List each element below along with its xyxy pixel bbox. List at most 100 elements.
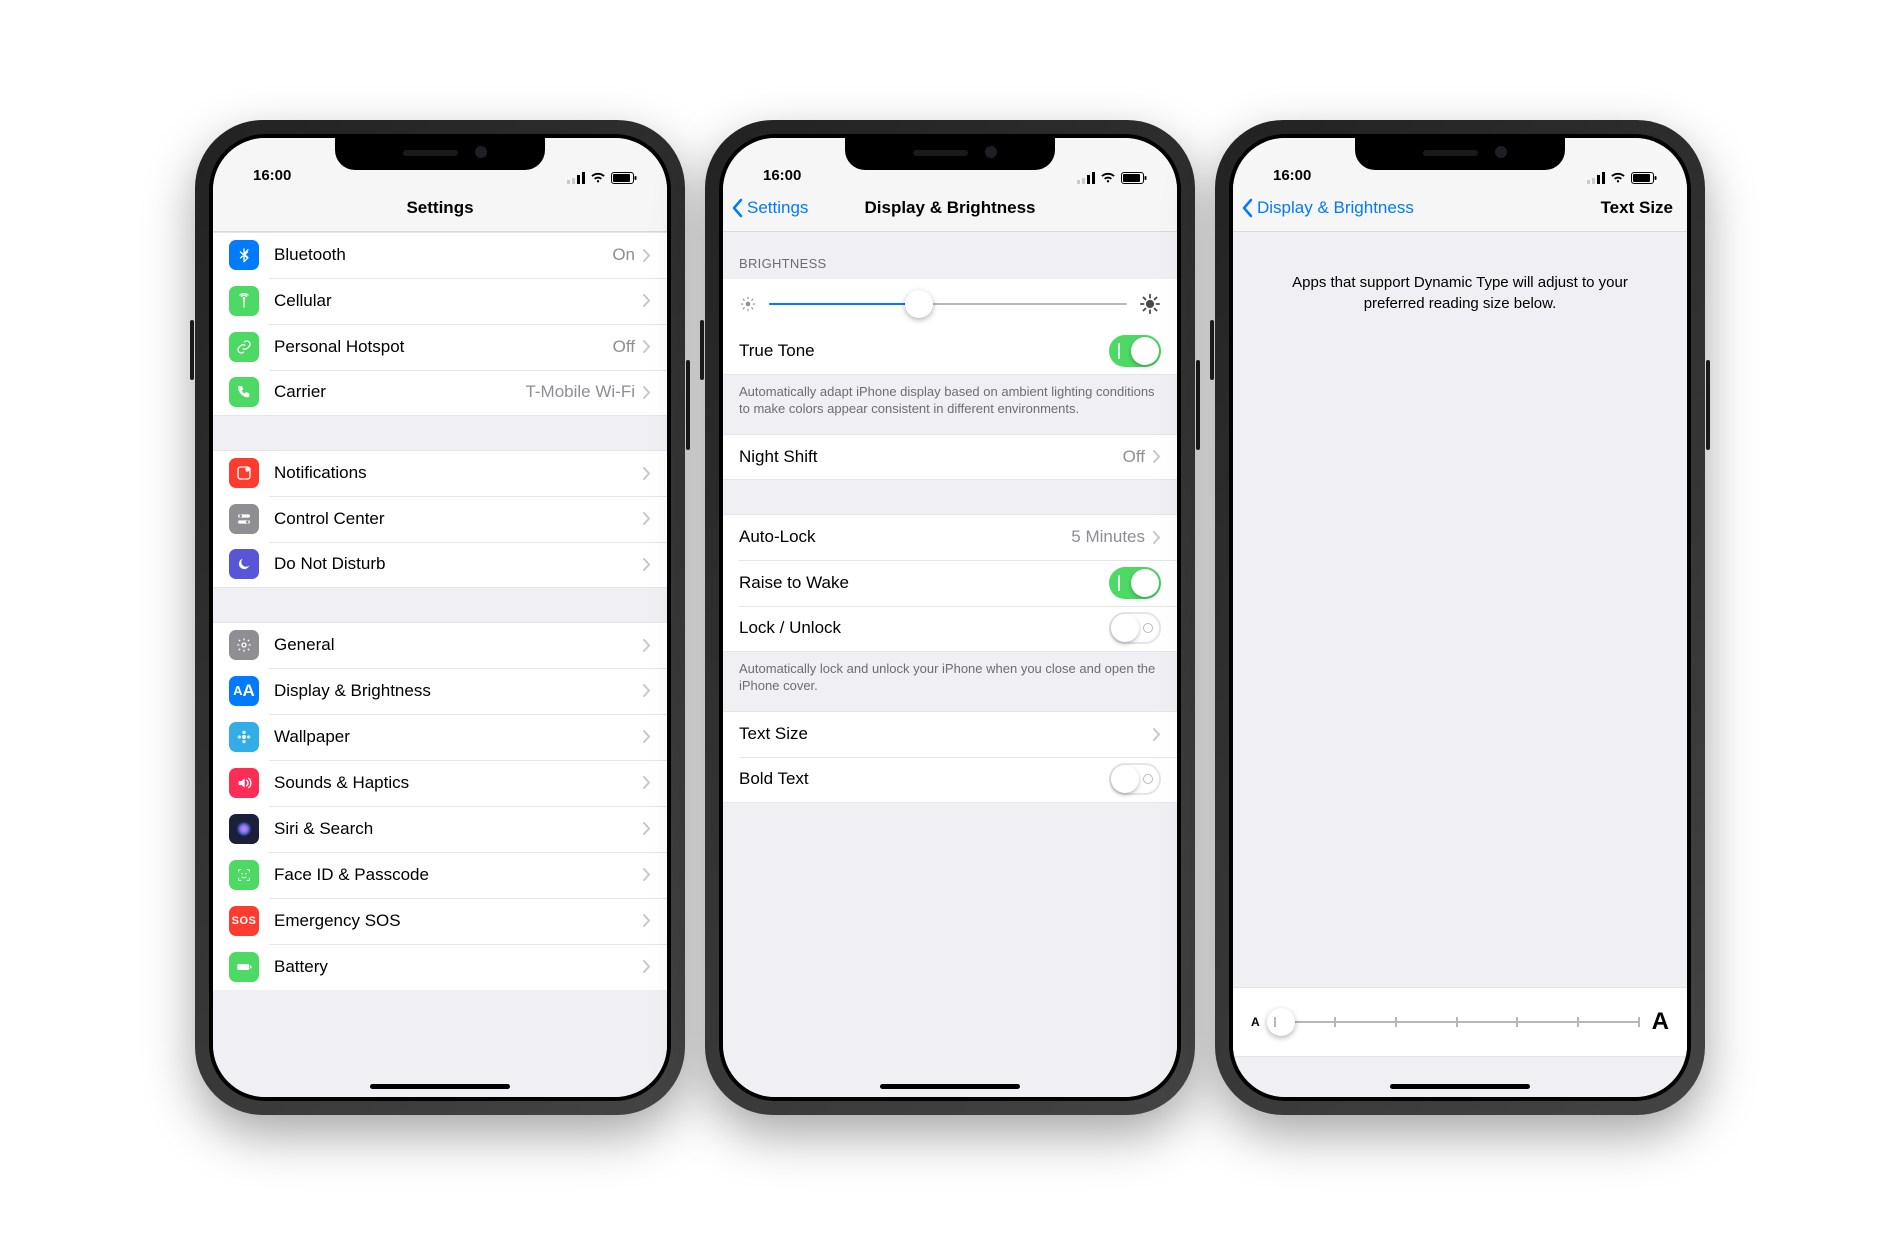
text-size-content[interactable]: Apps that support Dynamic Type will adju…: [1233, 232, 1687, 1097]
settings-list[interactable]: BluetoothOnCellularPersonal HotspotOffCa…: [213, 232, 667, 1097]
home-indicator[interactable]: [1390, 1084, 1530, 1089]
notch: [335, 138, 545, 170]
slider-thumb[interactable]: [1267, 1008, 1295, 1036]
row-auto-lock[interactable]: Auto-Lock 5 Minutes: [723, 514, 1177, 560]
row-notifications[interactable]: Notifications: [213, 450, 667, 496]
siri-icon: [229, 814, 259, 844]
display-brightness-content[interactable]: BRIGHTNESS True Tone Automatically adapt…: [723, 232, 1177, 1097]
row-face-id-passcode[interactable]: Face ID & Passcode: [213, 852, 667, 898]
nav-bar: Settings Display & Brightness: [723, 186, 1177, 232]
row-lock-unlock[interactable]: Lock / Unlock: [723, 606, 1177, 652]
wifi-icon: [1100, 172, 1116, 184]
row-true-tone[interactable]: True Tone: [723, 329, 1177, 375]
chevron-right-icon: [643, 558, 651, 571]
row-bluetooth[interactable]: BluetoothOn: [213, 232, 667, 278]
status-icons: [1077, 172, 1147, 184]
iphone-frame: 16:00 Settings BluetoothOnCellularPerson…: [195, 120, 685, 1115]
row-label: Wallpaper: [274, 727, 350, 747]
wifi-icon: [590, 172, 606, 184]
row-do-not-disturb[interactable]: Do Not Disturb: [213, 542, 667, 588]
back-label: Settings: [747, 198, 808, 218]
text-size-slider[interactable]: [1274, 1021, 1638, 1023]
chevron-right-icon: [643, 684, 651, 697]
sos-icon: SOS: [229, 906, 259, 936]
chevron-right-icon: [643, 386, 651, 399]
row-text-size[interactable]: Text Size: [723, 711, 1177, 757]
row-sounds-haptics[interactable]: Sounds & Haptics: [213, 760, 667, 806]
row-label: Battery: [274, 957, 328, 977]
status-icons: [1587, 172, 1657, 184]
text-size-small-label: A: [1251, 1015, 1260, 1029]
moon-icon: [229, 549, 259, 579]
row-value: Off: [613, 337, 635, 357]
notch: [845, 138, 1055, 170]
row-personal-hotspot[interactable]: Personal HotspotOff: [213, 324, 667, 370]
status-time: 16:00: [243, 167, 291, 184]
chevron-right-icon: [643, 512, 651, 525]
lock-unlock-switch[interactable]: [1109, 612, 1161, 644]
row-emergency-sos[interactable]: SOSEmergency SOS: [213, 898, 667, 944]
chevron-right-icon: [1153, 531, 1161, 544]
chevron-right-icon: [1153, 450, 1161, 463]
row-value: 5 Minutes: [1071, 527, 1145, 547]
row-wallpaper[interactable]: Wallpaper: [213, 714, 667, 760]
row-siri-search[interactable]: Siri & Search: [213, 806, 667, 852]
row-night-shift[interactable]: Night Shift Off: [723, 434, 1177, 480]
back-button[interactable]: Display & Brightness: [1241, 198, 1414, 218]
flower-icon: [229, 722, 259, 752]
row-carrier[interactable]: Carrier T-Mobile Wi-Fi: [213, 370, 667, 416]
row-label: Siri & Search: [274, 819, 373, 839]
gear-icon: [229, 630, 259, 660]
row-control-center[interactable]: Control Center: [213, 496, 667, 542]
section-footer-truetone: Automatically adapt iPhone display based…: [723, 375, 1177, 434]
row-label: Night Shift: [739, 447, 817, 467]
row-battery[interactable]: Battery: [213, 944, 667, 990]
row-label: Face ID & Passcode: [274, 865, 429, 885]
row-value: Off: [1123, 447, 1145, 467]
text-size-slider-row: A A: [1233, 987, 1687, 1057]
brightness-low-icon: [739, 295, 757, 313]
row-label: Text Size: [739, 724, 808, 744]
phone-icon: [229, 377, 259, 407]
chevron-right-icon: [643, 639, 651, 652]
antenna-icon: [229, 286, 259, 316]
true-tone-switch[interactable]: [1109, 335, 1161, 367]
raise-to-wake-switch[interactable]: [1109, 567, 1161, 599]
row-raise-to-wake[interactable]: Raise to Wake: [723, 560, 1177, 606]
slider-thumb[interactable]: [905, 290, 933, 318]
brightness-slider[interactable]: [769, 303, 1127, 305]
slider-tick: [1274, 1017, 1276, 1027]
face-icon: [229, 860, 259, 890]
slider-tick: [1638, 1017, 1640, 1027]
description-text: Apps that support Dynamic Type will adju…: [1233, 232, 1687, 344]
chevron-left-icon: [1241, 198, 1253, 218]
section-footer-lockunlock: Automatically lock and unlock your iPhon…: [723, 652, 1177, 711]
row-cellular[interactable]: Cellular: [213, 278, 667, 324]
row-label: Auto-Lock: [739, 527, 816, 547]
row-display-brightness[interactable]: AADisplay & Brightness: [213, 668, 667, 714]
back-button[interactable]: Settings: [731, 198, 808, 218]
cellular-icon: [1077, 172, 1095, 184]
home-indicator[interactable]: [370, 1084, 510, 1089]
row-label: Carrier: [274, 382, 326, 402]
row-label: True Tone: [739, 341, 815, 361]
battery-icon: [229, 952, 259, 982]
row-value: On: [612, 245, 635, 265]
chevron-right-icon: [643, 914, 651, 927]
chevron-right-icon: [643, 730, 651, 743]
row-label: Control Center: [274, 509, 385, 529]
bold-text-switch[interactable]: [1109, 763, 1161, 795]
chevron-right-icon: [643, 467, 651, 480]
row-general[interactable]: General: [213, 622, 667, 668]
notch: [1355, 138, 1565, 170]
cellular-icon: [1587, 172, 1605, 184]
nav-bar: Display & Brightness Text Size: [1233, 186, 1687, 232]
row-bold-text[interactable]: Bold Text: [723, 757, 1177, 803]
section-header-brightness: BRIGHTNESS: [723, 232, 1177, 279]
nav-bar: Settings: [213, 186, 667, 232]
toggles-icon: [229, 504, 259, 534]
home-indicator[interactable]: [880, 1084, 1020, 1089]
slider-tick: [1577, 1017, 1579, 1027]
status-time: 16:00: [753, 167, 801, 184]
row-value: T-Mobile Wi-Fi: [525, 382, 635, 402]
